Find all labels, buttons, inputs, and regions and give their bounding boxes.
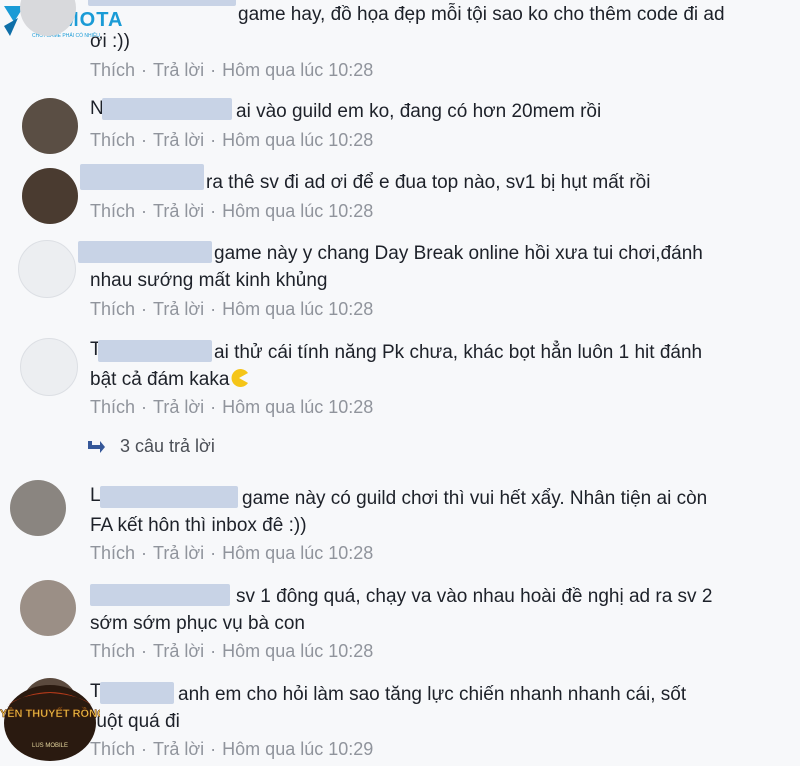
comment-text: game hay, đồ họa đẹp mỗi tội sao ko cho … bbox=[90, 4, 725, 52]
truyen-thuyet-rong-3d-logo: TRUYỀN THUYẾT RỒNG 3D LUS MOBILE bbox=[0, 685, 100, 761]
game-logo-text: TRUYỀN THUYẾT RỒNG 3D bbox=[0, 707, 100, 720]
separator: · bbox=[210, 397, 217, 417]
separator: · bbox=[141, 60, 148, 80]
comment-actions: Thích · Trả lời · Hôm qua lúc 10:28 bbox=[90, 130, 373, 151]
separator: · bbox=[210, 739, 217, 759]
separator: · bbox=[141, 739, 148, 759]
avatar[interactable] bbox=[22, 98, 78, 154]
timestamp[interactable]: Hôm qua lúc 10:28 bbox=[222, 201, 373, 221]
author-name-redacted[interactable] bbox=[102, 98, 232, 120]
avatar[interactable] bbox=[20, 580, 76, 636]
avatar[interactable] bbox=[10, 480, 66, 536]
game-logo-tagline: LUS MOBILE bbox=[32, 743, 68, 749]
separator: · bbox=[210, 130, 217, 150]
comment-text: game này có guild chơi thì vui hết xẩy. … bbox=[90, 488, 708, 536]
avatar[interactable] bbox=[22, 168, 78, 224]
reply-button[interactable]: Trả lời bbox=[153, 60, 204, 80]
comment-actions: Thích · Trả lời · Hôm qua lúc 10:28 bbox=[90, 641, 373, 662]
comment-text: ai thử cái tính năng Pk chưa, khác bọt h… bbox=[90, 342, 703, 390]
separator: · bbox=[141, 130, 148, 150]
pacman-emoji-icon bbox=[231, 369, 249, 387]
comment-actions: Thích · Trả lời · Hôm qua lúc 10:28 bbox=[90, 543, 373, 564]
timestamp[interactable]: Hôm qua lúc 10:28 bbox=[222, 299, 373, 319]
reply-button[interactable]: Trả lời bbox=[153, 397, 204, 417]
timestamp[interactable]: Hôm qua lúc 10:29 bbox=[222, 739, 373, 759]
separator: · bbox=[210, 60, 217, 80]
like-button[interactable]: Thích bbox=[90, 130, 135, 150]
like-button[interactable]: Thích bbox=[90, 641, 135, 661]
like-button[interactable]: Thích bbox=[90, 397, 135, 417]
comment-text: game này y chang Day Break online hồi xư… bbox=[90, 243, 703, 291]
comment-text: anh em cho hỏi làm sao tăng lực chiến nh… bbox=[90, 684, 687, 732]
reply-arrow-icon bbox=[88, 441, 105, 454]
comment-actions: Thích · Trả lời · Hôm qua lúc 10:28 bbox=[90, 397, 373, 418]
separator: · bbox=[141, 397, 148, 417]
author-name-redacted[interactable] bbox=[80, 164, 204, 190]
timestamp[interactable]: Hôm qua lúc 10:28 bbox=[222, 397, 373, 417]
separator: · bbox=[141, 299, 148, 319]
separator: · bbox=[141, 543, 148, 563]
like-button[interactable]: Thích bbox=[90, 543, 135, 563]
view-replies-link[interactable]: 3 câu trả lời bbox=[86, 436, 215, 457]
comment-actions: Thích · Trả lời · Hôm qua lúc 10:29 bbox=[90, 739, 373, 760]
avatar[interactable] bbox=[18, 240, 76, 298]
comment-text: sv 1 đông quá, chạy va vào nhau hoài đề … bbox=[90, 586, 713, 634]
timestamp[interactable]: Hôm qua lúc 10:28 bbox=[222, 641, 373, 661]
timestamp[interactable]: Hôm qua lúc 10:28 bbox=[222, 60, 373, 80]
reply-button[interactable]: Trả lời bbox=[153, 543, 204, 563]
separator: · bbox=[141, 641, 148, 661]
separator: · bbox=[141, 201, 148, 221]
comment-text: ra thê sv đi ad ơi để e đua top nào, sv1… bbox=[206, 172, 651, 193]
like-button[interactable]: Thích bbox=[90, 201, 135, 221]
like-button[interactable]: Thích bbox=[90, 299, 135, 319]
separator: · bbox=[210, 201, 217, 221]
reply-button[interactable]: Trả lời bbox=[153, 130, 204, 150]
comment-text: ai vào guild em ko, đang có hơn 20mem rồ… bbox=[236, 101, 602, 122]
separator: · bbox=[210, 299, 217, 319]
comment-actions: Thích · Trả lời · Hôm qua lúc 10:28 bbox=[90, 60, 373, 81]
comment-actions: Thích · Trả lời · Hôm qua lúc 10:28 bbox=[90, 299, 373, 320]
replies-count-label[interactable]: 3 câu trả lời bbox=[120, 436, 215, 456]
separator: · bbox=[210, 543, 217, 563]
reply-button[interactable]: Trả lời bbox=[153, 641, 204, 661]
reply-button[interactable]: Trả lời bbox=[153, 739, 204, 759]
reply-button[interactable]: Trả lời bbox=[153, 299, 204, 319]
avatar[interactable] bbox=[20, 338, 78, 396]
reply-button[interactable]: Trả lời bbox=[153, 201, 204, 221]
like-button[interactable]: Thích bbox=[90, 60, 135, 80]
timestamp[interactable]: Hôm qua lúc 10:28 bbox=[222, 543, 373, 563]
comment-actions: Thích · Trả lời · Hôm qua lúc 10:28 bbox=[90, 201, 373, 222]
timestamp[interactable]: Hôm qua lúc 10:28 bbox=[222, 130, 373, 150]
separator: · bbox=[210, 641, 217, 661]
